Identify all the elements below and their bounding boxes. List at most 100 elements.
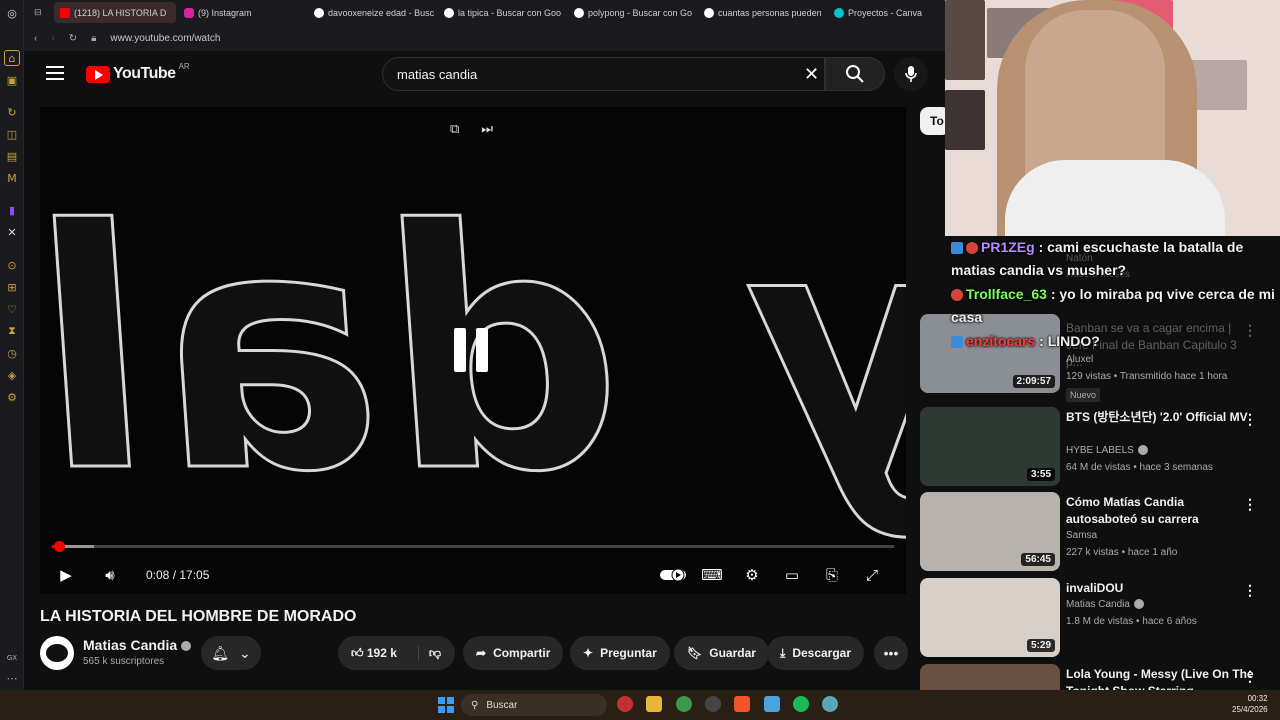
bag-icon[interactable]: ◫ [4, 126, 20, 142]
grid-icon[interactable]: ⊞ [4, 279, 20, 295]
recommendation-item[interactable]: Lola Young - Messy (Live On The Tonight … [920, 664, 1280, 690]
settings-icon[interactable]: ⚙ [4, 389, 20, 405]
tab-youtube[interactable]: (1218) LA HISTORIA D [54, 2, 176, 23]
cube-icon[interactable]: ◈ [4, 367, 20, 383]
dislike-button[interactable]: 👎︎ [417, 645, 441, 661]
like-button[interactable]: 👍︎ 192 k [351, 646, 397, 661]
reload-icon[interactable]: ↻ [69, 33, 77, 44]
opera-gx-icon[interactable] [617, 696, 633, 712]
scrubber-handle[interactable] [53, 541, 65, 552]
chrome-icon[interactable] [676, 696, 692, 712]
rec-duration: 2:09:57 [1012, 375, 1055, 388]
search-input[interactable]: matias candia [382, 57, 825, 91]
taskbar-search[interactable]: ⚲ Buscar [461, 694, 607, 716]
back-icon[interactable]: ‹ [34, 33, 37, 44]
hourglass-icon[interactable]: ⧗ [4, 323, 20, 339]
skip-next-icon[interactable]: ⏭︎ [481, 121, 493, 137]
cast-icon[interactable]: ⎘ [819, 564, 845, 586]
search-button[interactable] [825, 57, 885, 91]
wall-poster [945, 0, 985, 80]
miniplayer-icon[interactable]: ⧉ [450, 121, 459, 137]
play-icon[interactable]: ▶ [53, 564, 79, 586]
tab-canva[interactable]: Proyectos - Canva [828, 2, 938, 23]
tab-label: (1218) LA HISTORIA D [74, 7, 167, 18]
google-icon [444, 7, 454, 18]
subscription-bell-button[interactable]: 🔔︎ ⌄ [201, 636, 261, 670]
taskbar-clock[interactable]: 00:32 25/4/2026 [1232, 693, 1268, 715]
rec-title: invaliDOU [1066, 581, 1124, 595]
rec-menu-icon[interactable]: ⋮ [1243, 411, 1257, 428]
save-button[interactable]: 🔖︎ Guardar [674, 636, 769, 670]
forward-icon[interactable]: › [51, 33, 54, 44]
twitch-icon[interactable]: ▮ [4, 202, 20, 218]
x-icon[interactable]: ✕ [4, 224, 20, 240]
rec-menu-icon[interactable]: ⋮ [1243, 496, 1257, 513]
clear-search-icon[interactable]: ✕ [804, 64, 819, 85]
bookmark-icon: 🔖︎ [687, 646, 703, 660]
globe-icon[interactable] [822, 696, 838, 712]
layers-icon[interactable]: ▤ [4, 148, 20, 164]
lock-icon: 🔒︎ [91, 32, 97, 44]
recommendation-item[interactable]: 56:45 Cómo Matías Candia autosaboteó su … [920, 492, 1280, 574]
file-explorer-icon[interactable] [646, 696, 662, 712]
rec-thumbnail[interactable]: 5:29 [920, 578, 1060, 657]
rec-meta: 129 vistas • Transmitido hace 1 hora [1066, 371, 1228, 382]
tab-google-2[interactable]: la tipica - Buscar con Goo [438, 2, 566, 23]
ccleaner-icon[interactable] [764, 696, 780, 712]
recommendation-item[interactable]: 5:29 invaliDOU Matias Candia 1.8 M de vi… [920, 578, 1280, 660]
channel-name[interactable]: Matias Candia [83, 637, 192, 653]
m-icon[interactable]: M [4, 170, 20, 186]
windows-start-icon[interactable] [438, 697, 454, 713]
heart-icon[interactable]: ♡ [4, 301, 20, 317]
clock-icon[interactable]: ◷ [4, 345, 20, 361]
share-button[interactable]: ➦ Compartir [463, 636, 564, 670]
url-field[interactable]: www.youtube.com/watch [110, 33, 220, 44]
rec-menu-icon[interactable]: ⋮ [1243, 582, 1257, 599]
verified-icon [181, 641, 192, 652]
tab-google-1[interactable]: davooxeneize edad - Busc [308, 2, 436, 23]
search-icon [846, 65, 864, 83]
rec-thumbnail[interactable] [920, 664, 1060, 690]
screen: ◎ ⌂ ▣ ↻ ◫ ▤ M ▮ ✕ ⊙ ⊞ ♡ ⧗ ◷ ◈ ⚙ GX ⋯ ⊟ (… [0, 0, 1280, 720]
windows-taskbar [0, 690, 1280, 720]
volume-icon[interactable]: 🔊︎ [97, 564, 123, 586]
rec-thumbnail[interactable]: 56:45 [920, 492, 1060, 571]
more-icon[interactable]: ⋯ [4, 670, 20, 686]
download-button[interactable]: ⤓ Descargar [767, 636, 865, 670]
voice-search-button[interactable] [894, 57, 928, 91]
more-actions-icon[interactable]: ••• [874, 636, 908, 670]
refresh-icon[interactable]: ↻ [4, 104, 20, 120]
subtitles-icon[interactable]: ⌨︎ [699, 564, 725, 586]
gx-icon[interactable]: GX [4, 650, 20, 666]
rec-meta: 227 k vistas • hace 1 año [1066, 547, 1178, 558]
tab-workspaces[interactable]: ⊟ [28, 2, 52, 23]
rec-menu-icon[interactable]: ⋮ [1243, 668, 1257, 685]
obs-icon[interactable] [705, 696, 721, 712]
theater-mode-icon[interactable]: ▭ [779, 564, 805, 586]
home-icon[interactable]: ⌂ [4, 50, 20, 66]
player-top-controls: ⧉ ⏭︎ [450, 121, 493, 137]
opera-logo-icon[interactable]: ◎ [4, 5, 20, 21]
spotify-icon[interactable] [793, 696, 809, 712]
fullscreen-icon[interactable]: ⤢ [859, 564, 885, 586]
tab-google-4[interactable]: cuantas personas pueden [698, 2, 826, 23]
pause-overlay-icon[interactable] [454, 328, 494, 374]
hamburger-menu-icon[interactable] [46, 66, 64, 80]
recommendation-item[interactable]: 3:55 BTS (방탄소년단) '2.0' Official MV HYBE … [920, 407, 1280, 489]
video-player[interactable]: uete y dal ⧉ ⏭︎ ▶ 🔊︎ 0:08 / 17:05 ⌨︎ ⚙ ▭… [40, 107, 906, 594]
progress-bar[interactable] [52, 541, 894, 552]
google-icon [314, 7, 324, 18]
wall-poster [945, 90, 985, 150]
youtube-logo[interactable]: YouTube AR [86, 62, 190, 83]
tab-instagram[interactable]: (9) Instagram [178, 2, 306, 23]
channel-avatar[interactable] [40, 636, 74, 670]
autoplay-toggle[interactable] [659, 564, 687, 586]
gamepad-icon[interactable]: ▣ [4, 72, 20, 88]
rec-thumbnail[interactable]: 3:55 [920, 407, 1060, 486]
brave-icon[interactable] [734, 696, 750, 712]
settings-gear-icon[interactable]: ⚙ [739, 564, 765, 586]
ask-button[interactable]: ✦ Preguntar [570, 636, 670, 670]
tab-google-3[interactable]: polypong - Buscar con Go [568, 2, 696, 23]
google-icon [704, 7, 714, 18]
play-circle-icon[interactable]: ⊙ [4, 257, 20, 273]
